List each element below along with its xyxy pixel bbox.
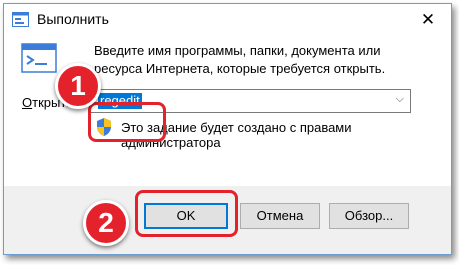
input-highlight — [88, 102, 166, 142]
chevron-down-icon[interactable]: ⌵ — [396, 93, 404, 106]
run-dialog: Выполнить ✕ Введите имя программы, папки… — [3, 3, 452, 255]
window-title: Выполнить — [37, 11, 109, 27]
run-icon — [12, 12, 29, 27]
browse-button[interactable]: Обзор... — [329, 203, 409, 229]
close-icon[interactable]: ✕ — [407, 4, 449, 35]
admin-notice: Это задание будет создано с правами адми… — [121, 120, 352, 150]
ok-highlight — [135, 190, 238, 237]
step-1-badge: 1 — [55, 63, 101, 109]
cancel-button[interactable]: Отмена — [240, 203, 320, 229]
instructions-text: Введите имя программы, папки, документа … — [94, 43, 386, 76]
step-2-badge: 2 — [83, 200, 129, 246]
open-label-accelerator: О — [22, 95, 33, 110]
run-program-icon — [21, 43, 57, 73]
title-bar[interactable]: Выполнить ✕ — [4, 4, 451, 35]
